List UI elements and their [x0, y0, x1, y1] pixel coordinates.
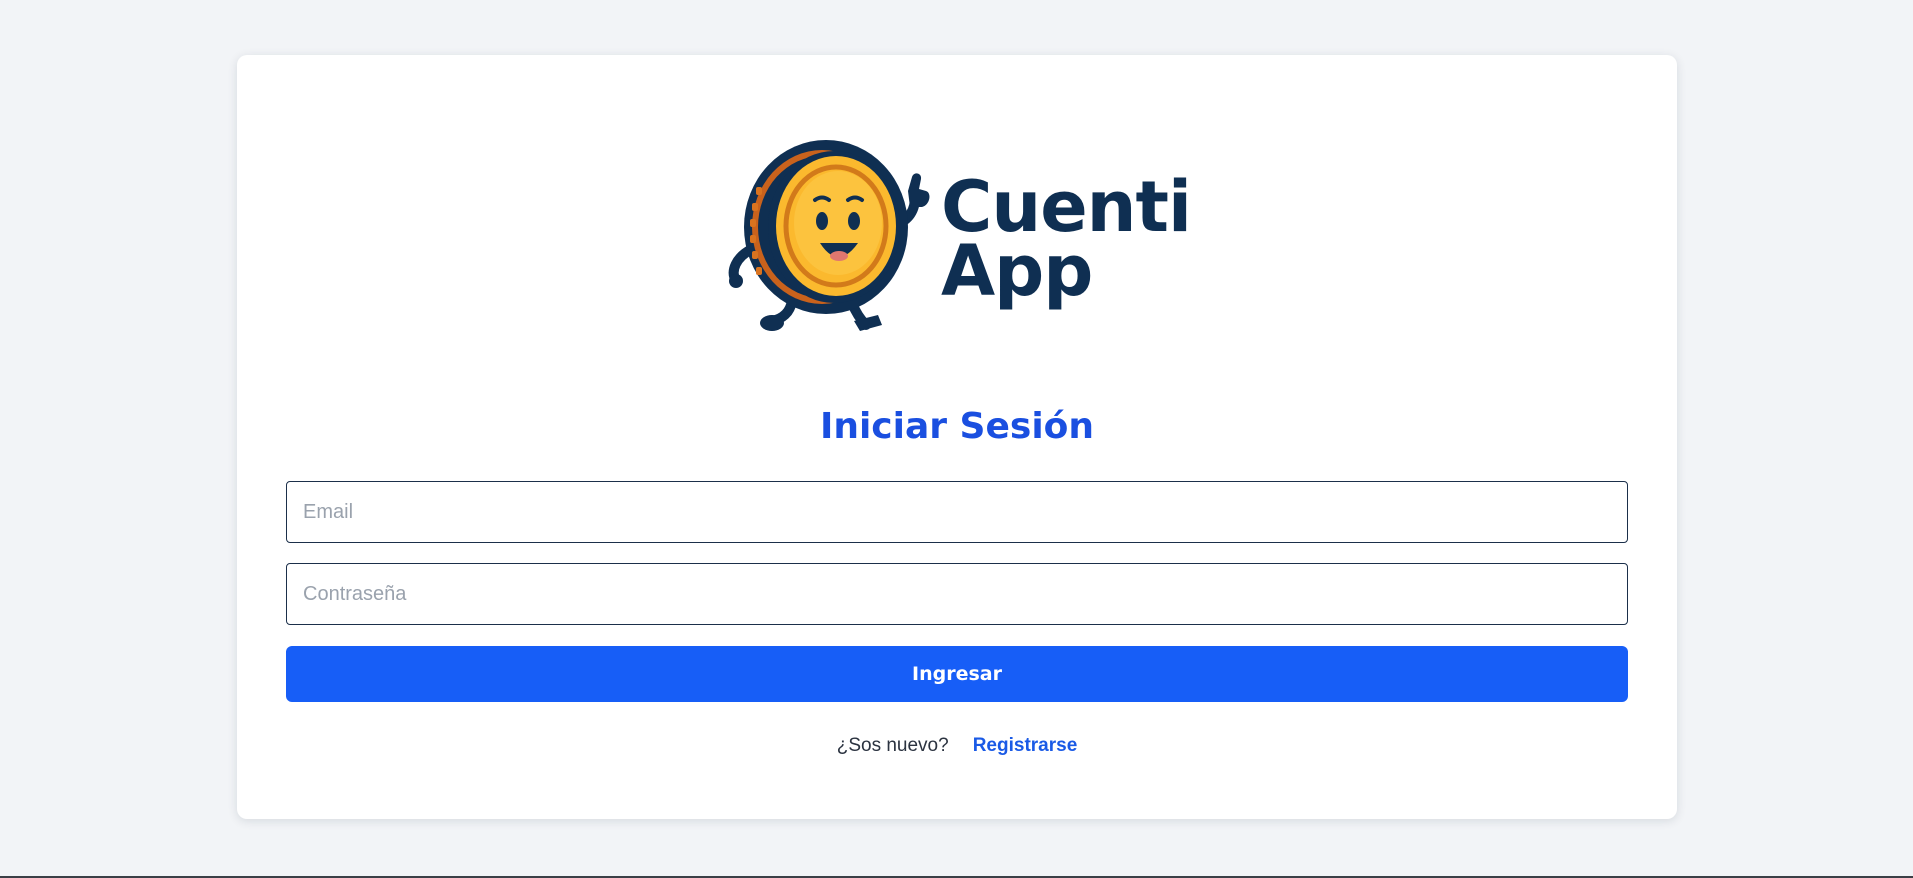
register-link[interactable]: Registrarse	[973, 735, 1078, 756]
password-field[interactable]	[286, 563, 1628, 625]
brand-wordmark: Cuenti App	[941, 172, 1192, 312]
page-title: Iniciar Sesión	[819, 406, 1095, 447]
brand-logo: Cuenti App	[722, 131, 1192, 333]
new-user-text: ¿Sos nuevo?	[836, 735, 949, 756]
coin-mascot-icon	[728, 140, 930, 331]
brand-name-line2: App	[941, 230, 1093, 312]
register-prompt: ¿Sos nuevo? Registrarse	[237, 735, 1677, 757]
login-card: Cuenti App Iniciar Sesión Ingresar ¿Sos …	[237, 55, 1677, 819]
email-field[interactable]	[286, 481, 1628, 543]
login-button[interactable]: Ingresar	[286, 646, 1628, 702]
